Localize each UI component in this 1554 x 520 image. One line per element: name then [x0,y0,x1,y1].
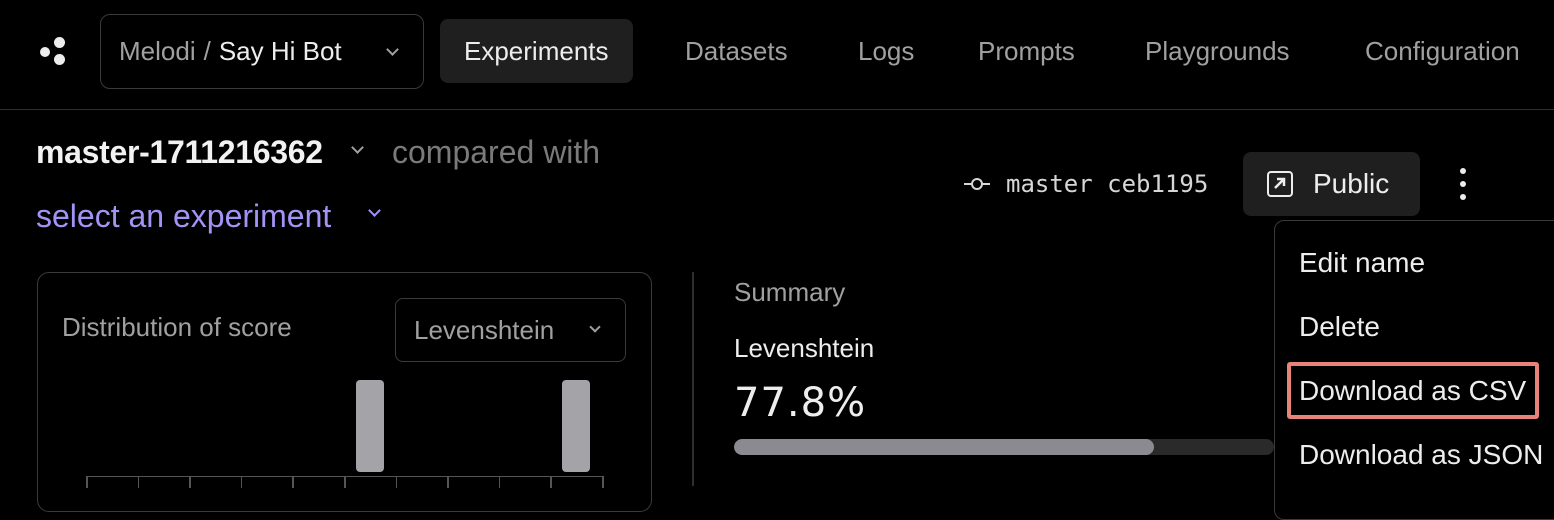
external-link-icon [1267,171,1293,197]
distribution-label: Distribution of score [62,312,292,342]
chevron-down-icon[interactable] [351,141,364,154]
score-histogram [86,365,604,488]
tab-label: Experiments [464,35,609,66]
tab-datasets[interactable]: Datasets [661,19,812,83]
histogram-tick [550,476,552,488]
histogram-tick [498,476,501,488]
tab-experiments[interactable]: Experiments [440,19,633,83]
scorer-select[interactable]: Levenshtein [395,298,626,362]
experiment-name-selector[interactable]: master-1711216362 [36,134,323,171]
tab-logs[interactable]: Logs [834,19,938,83]
chevron-down-icon[interactable] [368,204,381,217]
histogram-tick [240,476,243,488]
histogram-tick [344,476,346,488]
menu-item-edit-name[interactable]: Edit name [1299,247,1425,279]
panel-divider [692,272,694,486]
metric-progress-bar [734,439,1274,455]
tab-label: Playgrounds [1145,35,1290,66]
histogram-tick [137,476,140,488]
compared-with-label: compared with [392,134,601,170]
highlight-outline [1287,362,1539,419]
path-separator: / [203,36,211,66]
git-branch-info: master ceb1195 [964,168,1208,200]
chevron-down-icon [589,321,601,333]
tab-label: Datasets [685,35,788,66]
tab-label: Configuration [1365,35,1520,66]
top-navigation-bar: Melodi / Say Hi Bot Experiments Datasets… [0,0,1554,110]
histogram-tick [189,476,191,488]
histogram-tick [602,476,604,488]
git-commit-icon [964,174,990,194]
tab-playgrounds[interactable]: Playgrounds [1121,19,1314,83]
metric-value: 77.8% [734,380,867,426]
select-comparison-experiment[interactable]: select an experiment [36,198,331,235]
histogram-tick [292,476,294,488]
histogram-bar[interactable] [355,380,384,472]
histogram-tick [395,476,398,488]
histogram-tick [86,476,88,488]
metric-name: Levenshtein [734,333,875,363]
scorer-select-value: Levenshtein [414,314,555,345]
project-name: Say Hi Bot [218,36,342,66]
tab-label: Prompts [978,35,1075,66]
menu-item-delete[interactable]: Delete [1299,311,1380,343]
tab-prompts[interactable]: Prompts [954,19,1099,83]
tab-configuration[interactable]: Configuration [1341,19,1544,83]
histogram-bar[interactable] [562,380,591,472]
tab-label: Logs [858,35,915,66]
chevron-down-icon [386,43,399,56]
more-options-icon[interactable] [1450,166,1476,202]
public-share-button[interactable]: Public [1243,152,1420,216]
public-button-label: Public [1313,168,1390,199]
menu-item-download-json[interactable]: Download as JSON [1299,439,1543,471]
branch-commit-label: master ceb1195 [1006,170,1209,198]
app-logo-icon[interactable] [36,33,72,69]
histogram-tick [447,476,449,488]
summary-label: Summary [734,277,846,307]
metric-progress-fill [734,439,1155,455]
org-name: Melodi [119,36,196,66]
project-switcher[interactable]: Melodi / Say Hi Bot [100,14,424,89]
